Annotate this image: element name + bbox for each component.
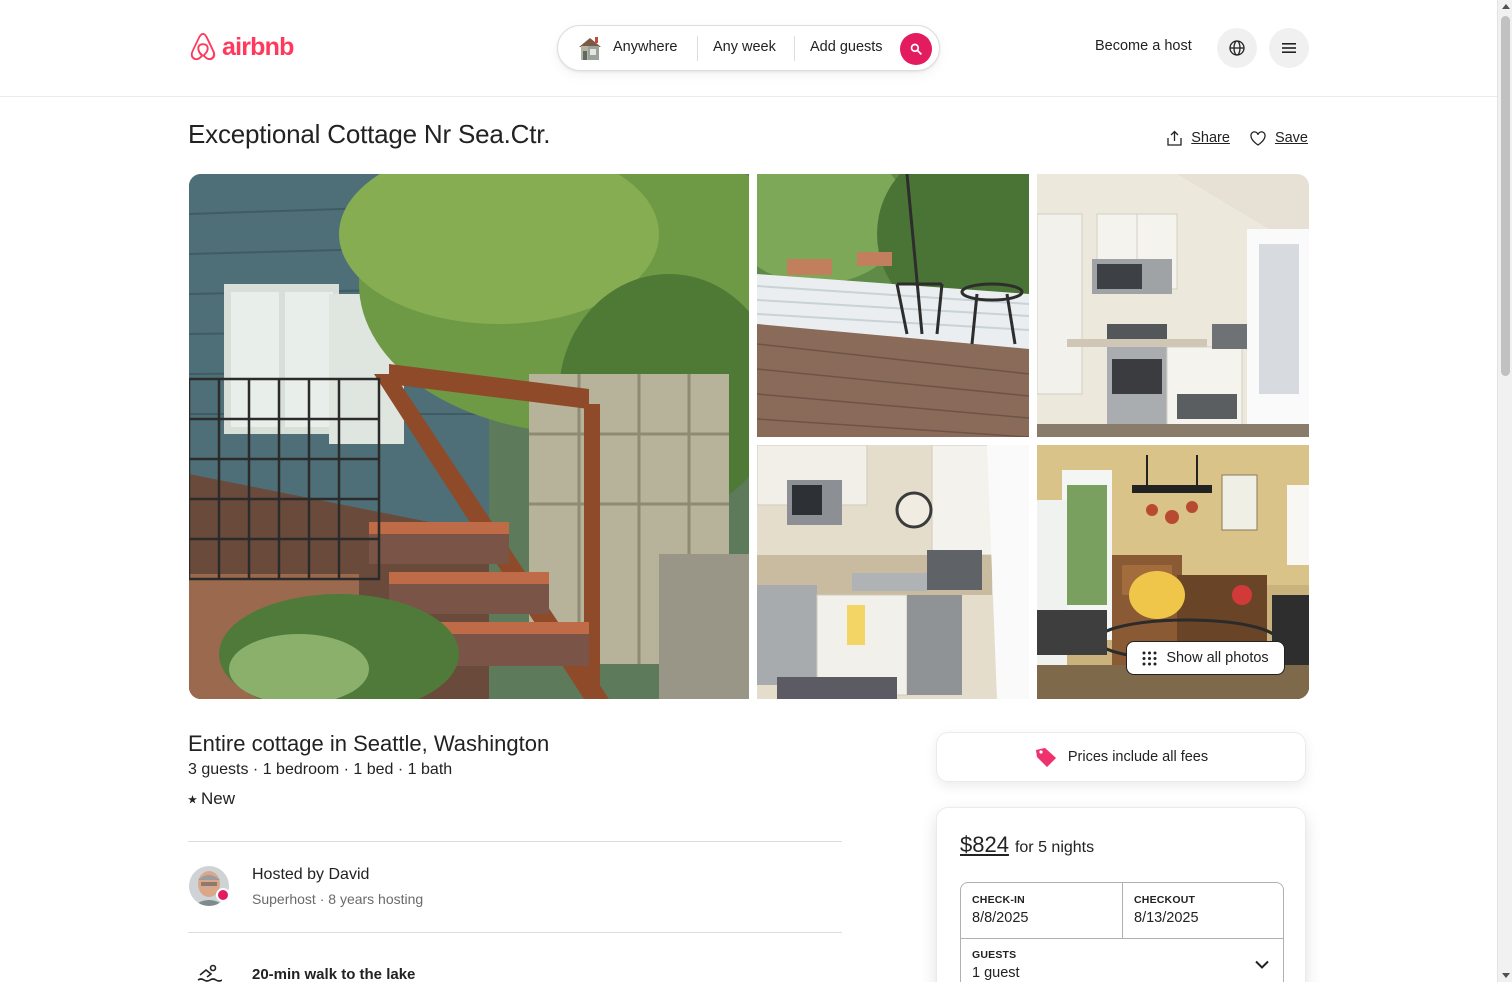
divider bbox=[188, 841, 842, 842]
title-actions: Share Save bbox=[1167, 130, 1308, 146]
chevron-down-icon bbox=[1255, 960, 1269, 969]
house-icon bbox=[579, 37, 601, 60]
divider bbox=[188, 932, 842, 933]
price-tag-icon bbox=[1035, 748, 1056, 767]
scroll-up-arrow-icon[interactable] bbox=[1502, 4, 1510, 9]
fees-banner-text: Prices include all fees bbox=[1067, 749, 1209, 765]
share-label: Share bbox=[1191, 130, 1230, 146]
checkout-label: CHECKOUT bbox=[1134, 894, 1196, 906]
checkin-value: 8/8/2025 bbox=[972, 910, 1029, 926]
hamburger-icon bbox=[1282, 43, 1296, 53]
checkout-field[interactable]: CHECKOUT 8/13/2025 bbox=[1123, 883, 1283, 938]
fees-banner: Prices include all fees bbox=[936, 732, 1306, 782]
save-button[interactable]: Save bbox=[1250, 130, 1308, 146]
search-divider bbox=[794, 36, 795, 61]
highlight-text: 20-min walk to the lake bbox=[252, 966, 416, 982]
host-meta: Superhost · 8 years hosting bbox=[252, 891, 424, 907]
guests-value: 1 guest bbox=[972, 965, 1020, 981]
globe-icon bbox=[1229, 40, 1245, 56]
scroll-thumb[interactable] bbox=[1501, 16, 1510, 376]
guests-label: GUESTS bbox=[972, 949, 1017, 961]
deck-photo[interactable] bbox=[757, 174, 1029, 437]
top-header: airbnb Anywhere Any week Add guests Beco… bbox=[0, 0, 1497, 97]
checkout-value: 8/13/2025 bbox=[1134, 910, 1199, 926]
airbnb-logo[interactable]: airbnb bbox=[188, 31, 294, 63]
star-icon bbox=[188, 794, 197, 804]
kitchen-photo[interactable] bbox=[757, 445, 1029, 699]
swimming-icon bbox=[197, 964, 222, 982]
search-button[interactable] bbox=[900, 33, 932, 65]
checkin-field[interactable]: CHECK-IN 8/8/2025 bbox=[961, 883, 1123, 938]
superhost-badge-icon bbox=[216, 888, 230, 902]
rating-label: New bbox=[201, 789, 236, 808]
grid-dots-icon bbox=[1142, 651, 1157, 665]
save-label: Save bbox=[1274, 130, 1308, 146]
show-all-photos-label: Show all photos bbox=[1166, 650, 1269, 666]
language-button[interactable] bbox=[1217, 28, 1257, 68]
become-host-link[interactable]: Become a host bbox=[1095, 38, 1192, 54]
guests-field[interactable]: GUESTS 1 guest bbox=[960, 938, 1284, 982]
main-photo[interactable] bbox=[189, 174, 749, 699]
price-amount[interactable]: $824 bbox=[960, 832, 1009, 858]
share-button[interactable]: Share bbox=[1167, 130, 1230, 146]
listing-title: Exceptional Cottage Nr Sea.Ctr. bbox=[188, 119, 551, 149]
listing-subtitle: Entire cottage in Seattle, Washington bbox=[188, 731, 550, 756]
page-scrollbar[interactable] bbox=[1497, 0, 1512, 982]
search-where[interactable]: Anywhere bbox=[613, 39, 677, 55]
listing-details: 3 guests · 1 bedroom · 1 bed · 1 bath bbox=[188, 761, 453, 778]
photo-gallery bbox=[189, 174, 1309, 699]
kitchen-photo[interactable] bbox=[1037, 174, 1309, 437]
airbnb-logo-icon bbox=[190, 32, 216, 61]
date-picker: CHECK-IN 8/8/2025 CHECKOUT 8/13/2025 bbox=[960, 882, 1284, 939]
scroll-down-arrow-icon[interactable] bbox=[1502, 973, 1510, 978]
search-icon bbox=[910, 43, 922, 55]
search-when[interactable]: Any week bbox=[713, 39, 776, 55]
logo-wordmark: airbnb bbox=[222, 33, 294, 61]
show-all-photos-button[interactable]: Show all photos bbox=[1126, 641, 1285, 675]
search-who[interactable]: Add guests bbox=[810, 39, 883, 55]
search-bar[interactable]: Anywhere Any week Add guests bbox=[557, 25, 940, 71]
share-icon bbox=[1167, 130, 1182, 146]
host-name: Hosted by David bbox=[252, 866, 370, 883]
rating-row: New bbox=[188, 789, 235, 809]
checkin-label: CHECK-IN bbox=[972, 894, 1025, 906]
price-row: $824 for 5 nights bbox=[960, 832, 1094, 858]
search-divider bbox=[697, 36, 698, 61]
menu-button[interactable] bbox=[1269, 28, 1309, 68]
price-suffix: for 5 nights bbox=[1014, 839, 1095, 856]
booking-card: $824 for 5 nights CHECK-IN 8/8/2025 CHEC… bbox=[936, 807, 1306, 982]
heart-icon bbox=[1250, 130, 1266, 146]
